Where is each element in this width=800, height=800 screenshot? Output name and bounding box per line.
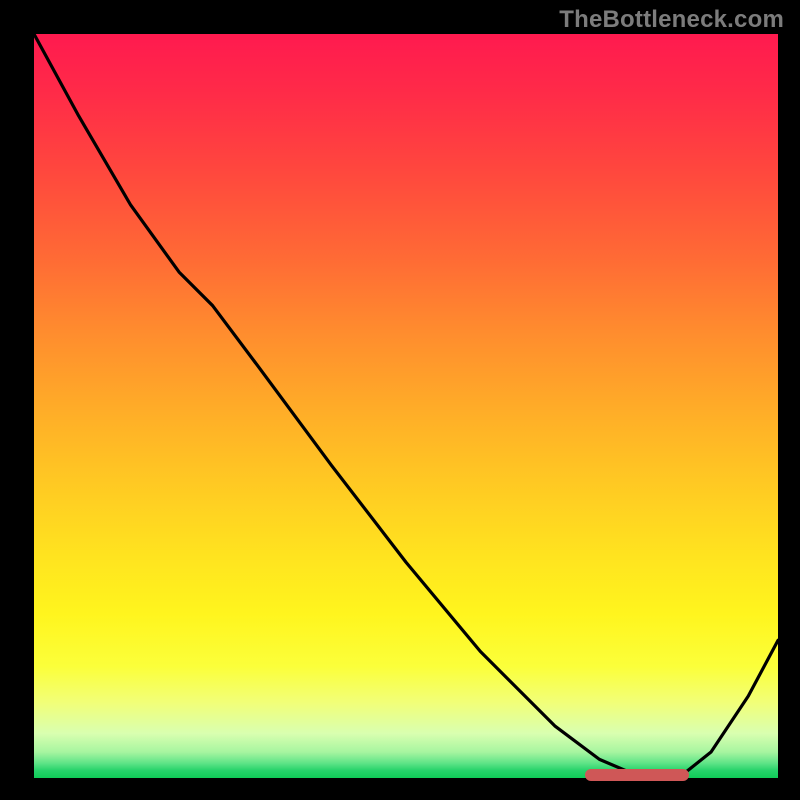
bottleneck-curve <box>34 34 778 778</box>
bottom-marker <box>585 769 689 781</box>
curve-layer <box>34 34 778 778</box>
watermark-text: TheBottleneck.com <box>559 6 784 34</box>
chart-frame: TheBottleneck.com <box>0 0 800 800</box>
plot-area <box>34 34 778 778</box>
